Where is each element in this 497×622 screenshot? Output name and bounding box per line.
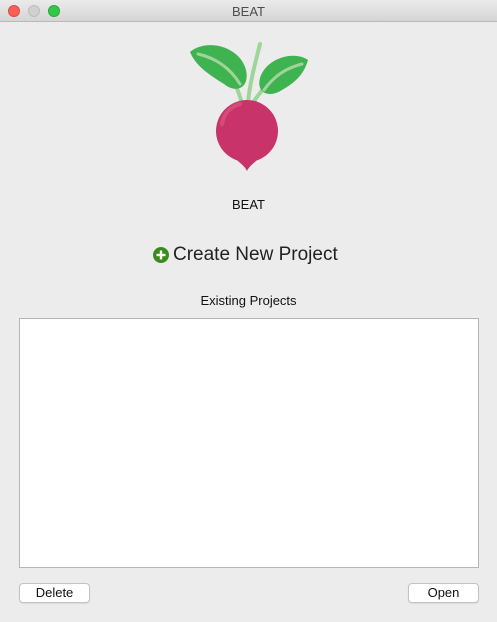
existing-projects-list[interactable] xyxy=(19,318,479,568)
beetroot-logo-icon xyxy=(190,42,308,171)
title-bar[interactable]: BEAT xyxy=(0,0,497,22)
existing-projects-label: Existing Projects xyxy=(200,293,297,308)
delete-button[interactable]: Delete xyxy=(19,583,90,603)
window-title: BEAT xyxy=(232,4,265,19)
create-new-project-label: Create New Project xyxy=(173,244,338,265)
app-window: BEAT BEAT Create New Project Existing Pr… xyxy=(0,0,497,622)
plus-circle-icon xyxy=(153,247,169,263)
open-button[interactable]: Open xyxy=(408,583,479,603)
create-new-project-button[interactable]: Create New Project xyxy=(153,242,338,268)
app-name-label: BEAT xyxy=(232,197,265,212)
